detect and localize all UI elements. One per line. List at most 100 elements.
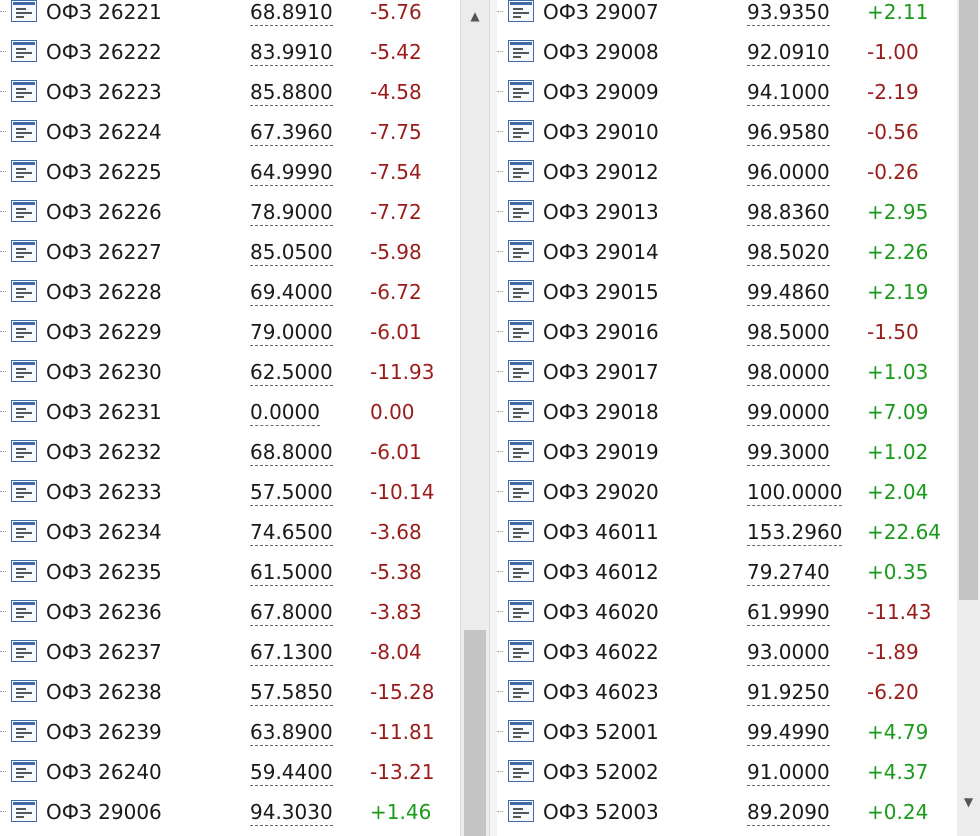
bond-price[interactable]: 61.9990 [747, 592, 830, 632]
bond-price[interactable]: 67.3960 [250, 112, 333, 152]
bond-price[interactable]: 67.8000 [250, 592, 333, 632]
bond-price[interactable]: 98.8360 [747, 192, 830, 232]
bond-change: -2.19 [867, 80, 919, 104]
bond-price[interactable]: 59.4400 [250, 752, 333, 792]
right-scrollbar[interactable]: ▼ [957, 0, 980, 836]
bond-price[interactable]: 68.8910 [250, 0, 333, 32]
bond-row[interactable]: ОФЗ 26225 64.9990 -7.54 [0, 152, 460, 192]
right-scrollbar-thumb[interactable] [959, 0, 978, 600]
bond-row[interactable]: ОФЗ 26234 74.6500 -3.68 [0, 512, 460, 552]
bond-price[interactable]: 99.0000 [747, 392, 830, 432]
left-scrollbar-thumb[interactable] [464, 630, 486, 836]
bond-row[interactable]: ОФЗ 29018 99.0000 +7.09 [497, 392, 957, 432]
bond-price[interactable]: 100.0000 [747, 472, 843, 512]
bond-price[interactable]: 98.0000 [747, 352, 830, 392]
bond-row[interactable]: ОФЗ 26226 78.9000 -7.72 [0, 192, 460, 232]
bond-row[interactable]: ОФЗ 26227 85.0500 -5.98 [0, 232, 460, 272]
tree-connector [497, 651, 503, 652]
bond-row[interactable]: ОФЗ 26239 63.8900 -11.81 [0, 712, 460, 752]
document-list-icon [508, 280, 534, 302]
bond-row[interactable]: ОФЗ 29017 98.0000 +1.03 [497, 352, 957, 392]
bond-row[interactable]: ОФЗ 26221 68.8910 -5.76 [0, 0, 460, 32]
bond-change: +2.19 [867, 280, 929, 304]
bond-row[interactable]: ОФЗ 29007 93.9350 +2.11 [497, 0, 957, 32]
bond-row[interactable]: ОФЗ 46012 79.2740 +0.35 [497, 552, 957, 592]
bond-row[interactable]: ОФЗ 29006 94.3030 +1.46 [0, 792, 460, 832]
bond-row[interactable]: ОФЗ 52002 91.0000 +4.37 [497, 752, 957, 792]
bond-price[interactable]: 98.5000 [747, 312, 830, 352]
bond-row[interactable]: ОФЗ 26232 68.8000 -6.01 [0, 432, 460, 472]
bond-row[interactable]: ОФЗ 29014 98.5020 +2.26 [497, 232, 957, 272]
bond-name: ОФЗ 26238 [46, 680, 162, 704]
tree-connector [0, 211, 6, 212]
bond-row[interactable]: ОФЗ 26229 79.0000 -6.01 [0, 312, 460, 352]
bond-row[interactable]: ОФЗ 29020 100.0000 +2.04 [497, 472, 957, 512]
bond-price[interactable]: 67.1300 [250, 632, 333, 672]
bond-price[interactable]: 99.4990 [747, 712, 830, 752]
bond-row[interactable]: ОФЗ 46011 153.2960 +22.64 [497, 512, 957, 552]
bond-price[interactable]: 93.0000 [747, 632, 830, 672]
bond-name: ОФЗ 29010 [543, 120, 659, 144]
bond-row[interactable]: ОФЗ 52001 99.4990 +4.79 [497, 712, 957, 752]
bond-price[interactable]: 69.4000 [250, 272, 333, 312]
bond-row[interactable]: ОФЗ 46023 91.9250 -6.20 [497, 672, 957, 712]
bond-price[interactable]: 96.9580 [747, 112, 830, 152]
bond-row[interactable]: ОФЗ 26237 67.1300 -8.04 [0, 632, 460, 672]
scroll-up-arrow-icon[interactable]: ▲ [461, 6, 489, 26]
bond-row[interactable]: ОФЗ 26222 83.9910 -5.42 [0, 32, 460, 72]
bond-row[interactable]: ОФЗ 29016 98.5000 -1.50 [497, 312, 957, 352]
document-list-icon [508, 440, 534, 462]
bond-price[interactable]: 96.0000 [747, 152, 830, 192]
bond-price[interactable]: 153.2960 [747, 512, 843, 552]
bond-row[interactable]: ОФЗ 26233 57.5000 -10.14 [0, 472, 460, 512]
bond-price[interactable]: 89.2090 [747, 792, 830, 832]
bond-price[interactable]: 79.0000 [250, 312, 333, 352]
bond-price[interactable]: 79.2740 [747, 552, 830, 592]
bond-price[interactable]: 0.0000 [250, 392, 320, 432]
bond-row[interactable]: ОФЗ 26236 67.8000 -3.83 [0, 592, 460, 632]
bond-price[interactable]: 85.0500 [250, 232, 333, 272]
bond-row[interactable]: ОФЗ 26235 61.5000 -5.38 [0, 552, 460, 592]
bond-row[interactable]: ОФЗ 26238 57.5850 -15.28 [0, 672, 460, 712]
scroll-down-arrow-icon[interactable]: ▼ [957, 792, 980, 812]
bond-row[interactable]: ОФЗ 26228 69.4000 -6.72 [0, 272, 460, 312]
bond-row[interactable]: ОФЗ 29010 96.9580 -0.56 [497, 112, 957, 152]
bond-price[interactable]: 78.9000 [250, 192, 333, 232]
left-scrollbar[interactable]: ▲ [460, 0, 489, 836]
tree-connector [0, 451, 6, 452]
bond-price[interactable]: 85.8800 [250, 72, 333, 112]
bond-row[interactable]: ОФЗ 52003 89.2090 +0.24 [497, 792, 957, 832]
bond-price[interactable]: 99.4860 [747, 272, 830, 312]
bond-row[interactable]: ОФЗ 29012 96.0000 -0.26 [497, 152, 957, 192]
bond-price[interactable]: 91.0000 [747, 752, 830, 792]
bond-row[interactable]: ОФЗ 29009 94.1000 -2.19 [497, 72, 957, 112]
bond-price[interactable]: 57.5000 [250, 472, 333, 512]
bond-row[interactable]: ОФЗ 26224 67.3960 -7.75 [0, 112, 460, 152]
bond-price[interactable]: 63.8900 [250, 712, 333, 752]
bond-row[interactable]: ОФЗ 29008 92.0910 -1.00 [497, 32, 957, 72]
document-list-icon [11, 320, 37, 342]
bond-price[interactable]: 98.5020 [747, 232, 830, 272]
bond-row[interactable]: ОФЗ 46022 93.0000 -1.89 [497, 632, 957, 672]
bond-price[interactable]: 94.3030 [250, 792, 333, 832]
bond-price[interactable]: 92.0910 [747, 32, 830, 72]
bond-row[interactable]: ОФЗ 29013 98.8360 +2.95 [497, 192, 957, 232]
bond-row[interactable]: ОФЗ 46020 61.9990 -11.43 [497, 592, 957, 632]
bond-row[interactable]: ОФЗ 29015 99.4860 +2.19 [497, 272, 957, 312]
bond-price[interactable]: 91.9250 [747, 672, 830, 712]
bond-row[interactable]: ОФЗ 26231 0.0000 0.00 [0, 392, 460, 432]
bond-price[interactable]: 83.9910 [250, 32, 333, 72]
bond-price[interactable]: 68.8000 [250, 432, 333, 472]
bond-price[interactable]: 57.5850 [250, 672, 333, 712]
bond-price[interactable]: 93.9350 [747, 0, 830, 32]
bond-row[interactable]: ОФЗ 26230 62.5000 -11.93 [0, 352, 460, 392]
bond-row[interactable]: ОФЗ 29019 99.3000 +1.02 [497, 432, 957, 472]
bond-price[interactable]: 74.6500 [250, 512, 333, 552]
bond-price[interactable]: 99.3000 [747, 432, 830, 472]
bond-price[interactable]: 61.5000 [250, 552, 333, 592]
bond-price[interactable]: 64.9990 [250, 152, 333, 192]
bond-price[interactable]: 62.5000 [250, 352, 333, 392]
bond-row[interactable]: ОФЗ 26240 59.4400 -13.21 [0, 752, 460, 792]
bond-price[interactable]: 94.1000 [747, 72, 830, 112]
bond-row[interactable]: ОФЗ 26223 85.8800 -4.58 [0, 72, 460, 112]
